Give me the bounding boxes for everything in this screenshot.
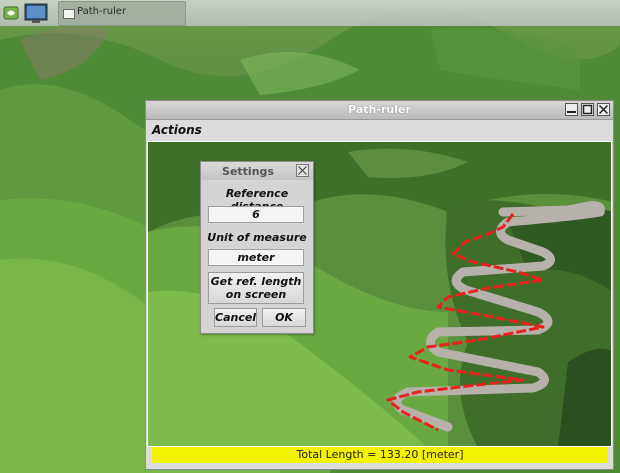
task-label: Path-ruler <box>77 6 127 17</box>
dialog-titlebar[interactable]: Settings <box>201 162 313 180</box>
close-icon[interactable] <box>296 164 309 177</box>
close-icon[interactable] <box>597 103 610 116</box>
get-ref-length-line2: on screen <box>225 288 287 301</box>
app-menu-icon[interactable] <box>2 4 20 22</box>
get-ref-length-line1: Get ref. length <box>210 275 302 288</box>
unit-of-measure-label: Unit of measure <box>207 231 307 244</box>
minimize-icon[interactable] <box>565 103 578 116</box>
get-ref-length-button[interactable]: Get ref. length on screen <box>208 272 304 304</box>
menu-actions[interactable]: Actions <box>152 123 202 137</box>
window-titlebar[interactable]: Path-ruler <box>146 101 613 120</box>
taskbar-task-path-ruler[interactable]: Path-ruler <box>58 1 186 26</box>
settings-dialog: Settings Reference distance 6 Unit of me… <box>200 161 314 334</box>
ok-button[interactable]: OK <box>262 308 306 327</box>
show-desktop-icon[interactable] <box>24 2 48 24</box>
menubar: Actions <box>146 120 613 140</box>
taskbar: Path-ruler <box>0 0 620 26</box>
window-title: Path-ruler <box>348 103 411 116</box>
maximize-icon[interactable] <box>581 103 594 116</box>
total-length-status: Total Length = 133.20 [meter] <box>152 447 608 463</box>
window-icon <box>63 9 75 19</box>
unit-of-measure-input[interactable]: meter <box>208 249 304 266</box>
reference-distance-input[interactable]: 6 <box>208 206 304 223</box>
cancel-button[interactable]: Cancel <box>214 308 257 327</box>
dialog-title: Settings <box>222 165 274 178</box>
